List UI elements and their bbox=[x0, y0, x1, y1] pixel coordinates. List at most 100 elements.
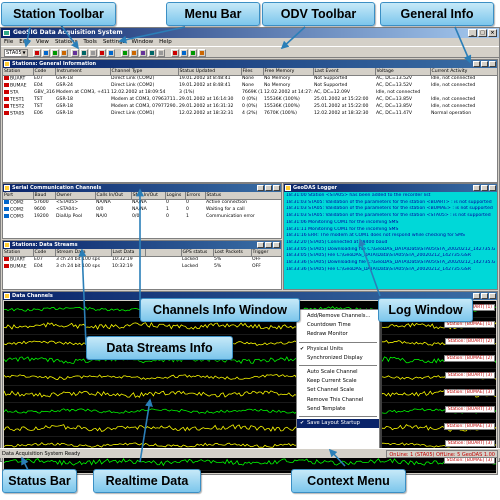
menu-item-help[interactable]: Help bbox=[159, 38, 172, 46]
station-col-header[interactable]: Code bbox=[33, 68, 56, 76]
toolbar-button[interactable] bbox=[60, 49, 68, 57]
toolbar-button[interactable] bbox=[107, 49, 115, 57]
close-button[interactable] bbox=[489, 293, 496, 299]
toolbar-button[interactable] bbox=[89, 49, 97, 57]
stream-row[interactable]: BUMAE E04 3 ch 24 bit 100 sps 10:32:19 Locke… bbox=[3, 263, 281, 270]
toolbar-button[interactable] bbox=[98, 49, 106, 57]
stream-col-header[interactable]: Stream Data bbox=[55, 249, 112, 257]
station-col-header[interactable]: Station bbox=[3, 68, 34, 76]
channel-strip[interactable]: Station: [BUART] (3) bbox=[4, 369, 496, 386]
station-row[interactable]: STAGBV_316Modem at COM3, +41181...12.02.… bbox=[3, 89, 497, 96]
minimize-button[interactable] bbox=[473, 293, 480, 299]
comm-channels-title-bar[interactable]: Serial Communication Channels bbox=[3, 184, 281, 192]
maximize-button[interactable] bbox=[265, 185, 272, 191]
stream-col-header[interactable] bbox=[145, 249, 182, 257]
port-row[interactable]: COM2 57600 <STA05> NA/NA NA/NA 0 0 Active conne… bbox=[3, 199, 281, 206]
station-col-header[interactable]: Voltage bbox=[375, 68, 431, 76]
toolbar-button[interactable] bbox=[80, 49, 88, 57]
toolbar-button[interactable] bbox=[148, 49, 156, 57]
close-button[interactable] bbox=[273, 185, 280, 191]
minimize-button[interactable] bbox=[257, 242, 264, 248]
close-button[interactable] bbox=[273, 242, 280, 248]
station-col-header[interactable]: Files bbox=[241, 68, 264, 76]
menu-item-file[interactable]: File bbox=[4, 38, 13, 46]
channel-strip[interactable]: Station: [BUMAE] (3) bbox=[4, 420, 496, 437]
toolbar-button[interactable] bbox=[189, 49, 197, 57]
menu-item-window[interactable]: Window bbox=[131, 38, 153, 46]
close-button[interactable]: × bbox=[488, 29, 497, 37]
menu-item-edit[interactable]: Edit bbox=[19, 38, 30, 46]
port-row[interactable]: COM2 9600 <STA04> 0/0 NA/NA 1 0 Waiting for a c… bbox=[3, 206, 281, 213]
station-select[interactable]: STA05 ▼ bbox=[4, 49, 28, 57]
station-col-header[interactable]: Last Event bbox=[313, 68, 376, 76]
maximize-button[interactable] bbox=[481, 185, 488, 191]
context-menu-item[interactable]: ✔ Save Layout Startup bbox=[297, 418, 379, 429]
toolbar-button[interactable] bbox=[198, 49, 206, 57]
port-col-header[interactable]: Logins bbox=[165, 192, 186, 200]
context-menu-item[interactable]: Set Channel Scale bbox=[297, 386, 379, 395]
minimize-button[interactable]: _ bbox=[468, 29, 477, 37]
toolbar-button[interactable] bbox=[171, 49, 179, 57]
menu-item-view[interactable]: View bbox=[36, 38, 49, 46]
stream-col-header[interactable]: Lost Packets bbox=[213, 249, 252, 257]
context-menu-item[interactable]: Send Template bbox=[297, 405, 379, 414]
toolbar-button[interactable] bbox=[180, 49, 188, 57]
logger-text[interactable]: 18:31:00 Station <STA05> has been added … bbox=[284, 192, 497, 289]
minimize-button[interactable] bbox=[473, 61, 480, 67]
context-menu-item[interactable]: Redraw Monitor bbox=[297, 330, 379, 339]
toolbar-button[interactable] bbox=[71, 49, 79, 57]
menu-item-tools[interactable]: Tools bbox=[83, 38, 97, 46]
toolbar-button[interactable] bbox=[121, 49, 129, 57]
maximize-button[interactable] bbox=[265, 242, 272, 248]
toolbar-button[interactable] bbox=[51, 49, 59, 57]
context-menu-item[interactable]: Synchronized Display bbox=[297, 354, 379, 363]
station-col-header[interactable]: Current Activity bbox=[430, 68, 497, 76]
close-button[interactable] bbox=[489, 61, 496, 67]
port-col-header[interactable]: Owner bbox=[55, 192, 96, 200]
data-streams-title-bar[interactable]: Stations: Data Streams bbox=[3, 241, 281, 249]
toolbar-button[interactable] bbox=[33, 49, 41, 57]
maximize-button[interactable] bbox=[481, 61, 488, 67]
context-menu-item[interactable]: ✔ Physical Units bbox=[297, 345, 379, 354]
channel-strip[interactable]: Station: [BUMAE] (3) bbox=[4, 386, 496, 403]
station-row[interactable]: BUART E07 GSR-18 Direct Link (COM2) 19.01.20… bbox=[3, 75, 497, 82]
station-row[interactable]: TEST1 TST GSR-18 Modem at COM3, 07963711...… bbox=[3, 96, 497, 103]
port-col-header[interactable]: SMS In/Out bbox=[131, 192, 166, 200]
channel-strip[interactable]: Station: [BUART] (2) bbox=[4, 335, 496, 352]
toolbar-button[interactable] bbox=[139, 49, 147, 57]
toolbar-button[interactable] bbox=[130, 49, 138, 57]
toolbar-button[interactable] bbox=[157, 49, 165, 57]
general-info-title-bar[interactable]: Stations: General Information bbox=[3, 60, 497, 68]
channel-strip[interactable]: Station: [BUMAE] (2) bbox=[4, 352, 496, 369]
context-menu-item[interactable]: Add/Remove Channels... bbox=[297, 312, 379, 321]
station-col-header[interactable]: Free Memory bbox=[263, 68, 314, 76]
port-col-header[interactable]: Calls In/Out bbox=[95, 192, 132, 200]
station-col-header[interactable]: Channel Type bbox=[110, 68, 179, 76]
maximize-button[interactable] bbox=[481, 293, 488, 299]
context-menu-item[interactable]: Keep Current Scale bbox=[297, 377, 379, 386]
menu-item-settings[interactable]: Settings bbox=[103, 38, 126, 46]
stream-col-header[interactable]: GPS status bbox=[181, 249, 214, 257]
minimize-button[interactable] bbox=[257, 185, 264, 191]
context-menu-item[interactable]: Countdown Time bbox=[297, 321, 379, 330]
channel-strip[interactable]: Station: [BUART] (3) bbox=[4, 403, 496, 420]
context-menu-item[interactable]: Auto Scale Channel bbox=[297, 368, 379, 377]
port-col-header[interactable]: Baud bbox=[33, 192, 56, 200]
port-col-header[interactable]: Status bbox=[205, 192, 281, 200]
menu-item-stations[interactable]: Stations bbox=[55, 38, 77, 46]
stream-col-header[interactable]: Code bbox=[33, 249, 56, 257]
stream-col-header[interactable]: Trigger bbox=[251, 249, 281, 257]
port-col-header[interactable]: Port bbox=[3, 192, 34, 200]
station-row[interactable]: STA05 E06 GSR-18 Direct Link (COM1) 12.02.20… bbox=[3, 110, 497, 117]
station-row[interactable]: TEST2 TST GSR-18 Modem at COM3, 07977290...… bbox=[3, 103, 497, 110]
logger-title-bar[interactable]: GeoDAS Logger bbox=[284, 184, 497, 192]
maximize-button[interactable]: □ bbox=[478, 29, 487, 37]
stream-row[interactable]: BUART E07 3 ch 24 bit 100 sps 10:32:19 Locke… bbox=[3, 256, 281, 263]
minimize-button[interactable] bbox=[473, 185, 480, 191]
stream-col-header[interactable]: Station bbox=[3, 249, 34, 257]
toolbar-button[interactable] bbox=[42, 49, 50, 57]
context-menu-item[interactable]: Remove This Channel bbox=[297, 396, 379, 405]
port-row[interactable]: COM3 19200 DialUp Pool NA/0 0/0 0 1 Communicati… bbox=[3, 213, 281, 220]
close-button[interactable] bbox=[489, 185, 496, 191]
station-col-header[interactable]: Instrument bbox=[55, 68, 111, 76]
